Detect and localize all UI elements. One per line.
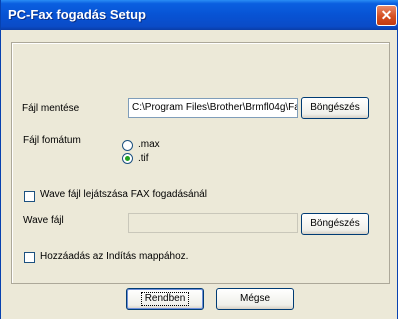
format-tif-label: .tif [138,153,149,164]
wave-play-label: Wave fájl lejátszása FAX fogadásánál [40,189,207,200]
radio-selected-dot [125,156,130,161]
format-tif-radio[interactable] [122,153,133,164]
format-max-radio[interactable] [122,140,133,151]
dialog-window: PC-Fax fogadás Setup ✕ Fájl mentése C:\P… [0,0,398,319]
file-format-label: Fájl fomátum [23,135,81,146]
wave-file-field[interactable] [128,213,298,233]
wave-file-label: Wave fájl [23,215,64,226]
startup-checkbox[interactable] [24,252,35,263]
ok-button[interactable]: Rendben [126,288,204,310]
save-location-label: Fájl mentése [22,103,80,114]
wave-play-checkbox[interactable] [24,191,35,202]
startup-label: Hozzáadás az Indítás mappához. [40,251,189,262]
ok-button-label: Rendben [140,292,190,306]
title-bar[interactable]: PC-Fax fogadás Setup ✕ [1,0,398,30]
wave-browse-button[interactable]: Böngészés [301,213,369,235]
save-browse-button[interactable]: Böngészés [301,97,369,119]
format-max-label: .max [138,139,160,150]
save-path-field[interactable]: C:\Program Files\Brother\Brmfl04g\Fa [128,98,298,118]
close-icon[interactable]: ✕ [376,5,397,26]
cancel-button[interactable]: Mégse [216,288,294,310]
settings-panel [11,42,390,284]
window-title: PC-Fax fogadás Setup [8,7,146,22]
